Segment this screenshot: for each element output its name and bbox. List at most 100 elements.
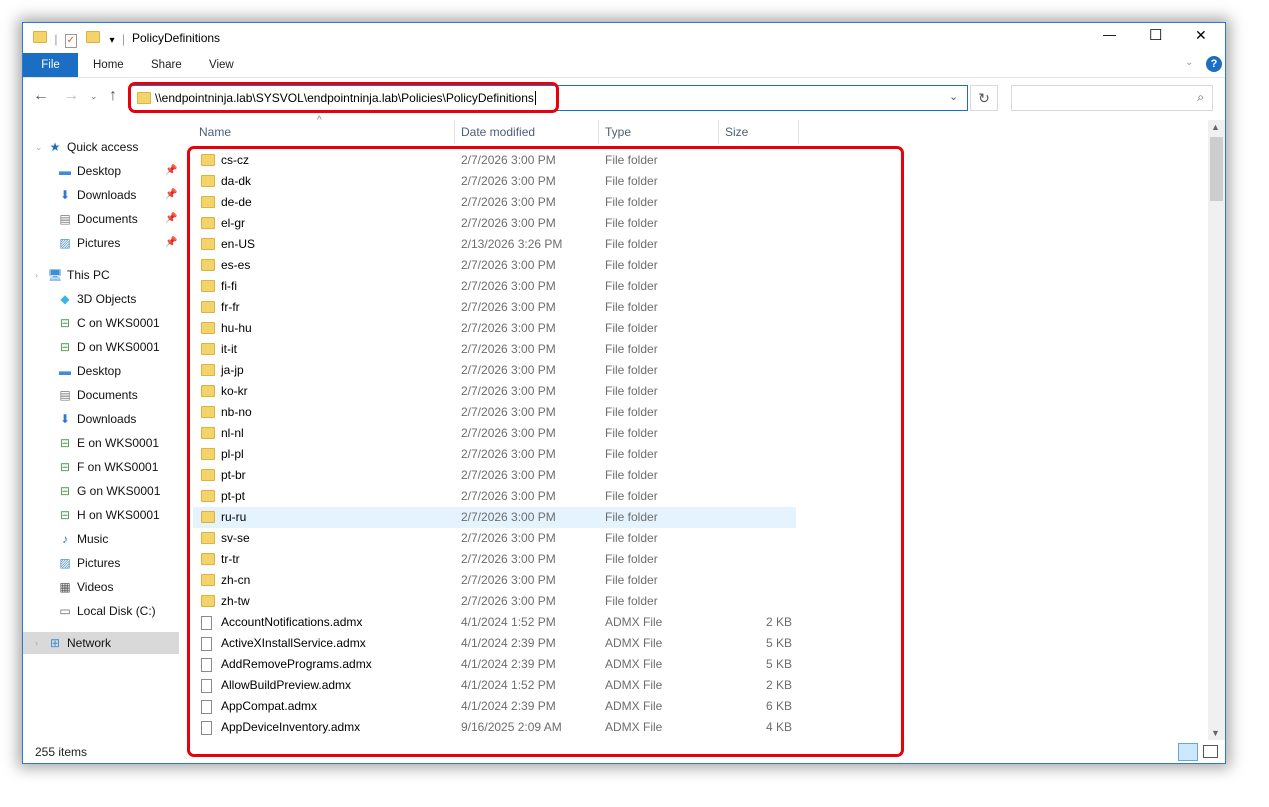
sidebar-item-label: Downloads xyxy=(77,188,137,202)
sidebar-item[interactable]: ⌄ ★ Quick access xyxy=(23,136,179,158)
sidebar-item-label: Documents xyxy=(77,212,138,226)
large-icons-view-button[interactable] xyxy=(1203,745,1218,758)
sidebar-item[interactable]: ♪ Music xyxy=(23,528,179,550)
vertical-scrollbar[interactable]: ▲ ▼ xyxy=(1208,120,1225,740)
sidebar-item-label: E on WKS0001 xyxy=(77,436,160,450)
help-icon[interactable]: ? xyxy=(1206,56,1222,72)
sidebar-item[interactable]: ▦ Videos xyxy=(23,576,179,598)
sidebar-item-label: C on WKS0001 xyxy=(77,316,160,330)
maximize-button[interactable]: ☐ xyxy=(1149,26,1162,44)
network-icon: ⊞ xyxy=(49,636,61,650)
sidebar-item-label: Desktop xyxy=(77,164,122,178)
picture-icon: ▨ xyxy=(59,556,71,570)
pin-icon[interactable]: 📌 xyxy=(165,232,177,254)
document-icon: ▤ xyxy=(59,212,71,226)
sidebar-item[interactable]: ⊟ H on WKS0001 xyxy=(23,504,179,526)
scroll-up-arrow[interactable]: ▲ xyxy=(1211,122,1220,132)
sidebar-item[interactable]: ▨ Pictures 📌 xyxy=(23,232,179,254)
video-icon: ▦ xyxy=(59,580,71,594)
sidebar-item[interactable]: ▬ Desktop xyxy=(23,360,179,382)
column-header-size[interactable]: Size xyxy=(719,120,799,144)
sidebar-item-label: G on WKS0001 xyxy=(77,484,161,498)
pin-icon[interactable]: 📌 xyxy=(165,184,177,206)
sidebar-item[interactable]: ▬ Desktop 📌 xyxy=(23,160,179,182)
sidebar-item-label: 3D Objects xyxy=(77,292,137,306)
status-item-count: 255 items xyxy=(35,745,88,759)
sidebar-item-label: Desktop xyxy=(77,364,122,378)
customize-toolbar-icon[interactable]: ▾ xyxy=(110,35,115,46)
sidebar-item-label: D on WKS0001 xyxy=(77,340,160,354)
sidebar-item[interactable]: ⬇ Downloads 📌 xyxy=(23,184,179,206)
disk-icon: ▭ xyxy=(59,604,71,618)
sidebar-item[interactable]: ▤ Documents 📌 xyxy=(23,208,179,230)
sidebar-item-label: F on WKS0001 xyxy=(77,460,159,474)
sidebar-item[interactable]: ⊟ C on WKS0001 xyxy=(23,312,179,334)
column-header-name[interactable]: Name xyxy=(193,120,455,144)
network-drive-icon: ⊟ xyxy=(59,340,71,354)
expand-chevron-icon[interactable]: › xyxy=(35,632,38,654)
star-icon: ★ xyxy=(49,140,61,154)
sidebar-item-label: Local Disk (C:) xyxy=(77,604,156,618)
desktop-icon: ▬ xyxy=(59,164,71,178)
forward-button[interactable]: → xyxy=(63,87,79,105)
scrollbar-thumb[interactable] xyxy=(1210,137,1223,201)
sidebar-item-label: Music xyxy=(77,532,109,546)
sidebar-item-label: H on WKS0001 xyxy=(77,508,160,522)
search-icon: ⌕ xyxy=(1197,90,1204,104)
pin-icon[interactable]: 📌 xyxy=(165,160,177,182)
download-icon: ⬇ xyxy=(59,412,71,426)
sidebar-item[interactable]: › 🖥 This PC xyxy=(23,264,179,286)
search-input[interactable]: ⌕ xyxy=(1011,85,1213,111)
sidebar-item[interactable]: ⊟ F on WKS0001 xyxy=(23,456,179,478)
expand-chevron-icon[interactable]: ⌄ xyxy=(35,136,43,158)
window-title: PolicyDefinitions xyxy=(132,31,221,45)
tab-view[interactable]: View xyxy=(209,53,234,77)
sidebar-item-label: Downloads xyxy=(77,412,137,426)
column-header-type[interactable]: Type xyxy=(599,120,719,144)
sidebar-item-label: Videos xyxy=(77,580,114,594)
sidebar-item-label: Documents xyxy=(77,388,138,402)
cube-icon: ◆ xyxy=(60,292,70,306)
tab-home[interactable]: Home xyxy=(93,53,124,77)
music-icon: ♪ xyxy=(62,532,68,546)
tab-share[interactable]: Share xyxy=(151,53,182,77)
close-button[interactable]: ✕ xyxy=(1195,27,1207,44)
address-dropdown-icon[interactable]: ⌄ xyxy=(949,90,958,103)
sidebar-item-label: Pictures xyxy=(77,556,121,570)
column-header-date[interactable]: Date modified xyxy=(455,120,599,144)
tab-file[interactable]: File xyxy=(23,53,78,77)
navigation-pane: ⌄ ★ Quick access ▬ Desktop 📌 ⬇ Downloads 📌 ▤ Docum… xyxy=(23,136,181,756)
network-drive-icon: ⊟ xyxy=(59,484,71,498)
sidebar-item[interactable]: ⬇ Downloads xyxy=(23,408,179,430)
expand-chevron-icon[interactable]: › xyxy=(35,264,38,286)
details-view-button[interactable] xyxy=(1178,743,1198,761)
sidebar-item[interactable]: ▭ Local Disk (C:) xyxy=(23,600,179,622)
computer-icon: 🖥 xyxy=(47,268,63,282)
sidebar-item[interactable]: ▤ Documents xyxy=(23,384,179,406)
back-button[interactable]: ← xyxy=(33,87,49,105)
pin-icon[interactable]: 📌 xyxy=(165,208,177,230)
sidebar-item[interactable]: ⊟ G on WKS0001 xyxy=(23,480,179,502)
expand-ribbon-icon[interactable]: ⌄ xyxy=(1185,57,1193,68)
sidebar-item[interactable]: ▨ Pictures xyxy=(23,552,179,574)
sidebar-item[interactable]: ⊟ E on WKS0001 xyxy=(23,432,179,454)
refresh-button[interactable]: ↻ xyxy=(970,85,998,111)
scroll-down-arrow[interactable]: ▼ xyxy=(1211,728,1220,738)
download-icon: ⬇ xyxy=(59,188,71,202)
sidebar-item-label: This PC xyxy=(67,268,110,282)
new-folder-icon[interactable] xyxy=(86,31,101,43)
minimize-button[interactable]: — xyxy=(1103,27,1116,42)
quick-access-toolbar: | ✓ ▾ | xyxy=(33,31,129,48)
recent-locations-button[interactable]: ⌄ xyxy=(90,91,98,102)
address-annotation-box xyxy=(128,82,559,113)
folder-icon xyxy=(33,31,47,43)
network-drive-icon: ⊟ xyxy=(59,316,71,330)
network-drive-icon: ⊟ xyxy=(59,508,71,522)
up-button[interactable]: ↑ xyxy=(109,87,117,105)
properties-icon[interactable]: ✓ xyxy=(64,34,77,48)
sidebar-item[interactable]: ◆ 3D Objects xyxy=(23,288,179,310)
sidebar-item[interactable]: ⊟ D on WKS0001 xyxy=(23,336,179,358)
sidebar-item-label: Quick access xyxy=(67,140,139,154)
picture-icon: ▨ xyxy=(59,236,71,250)
sidebar-item[interactable]: › ⊞ Network xyxy=(23,632,179,654)
